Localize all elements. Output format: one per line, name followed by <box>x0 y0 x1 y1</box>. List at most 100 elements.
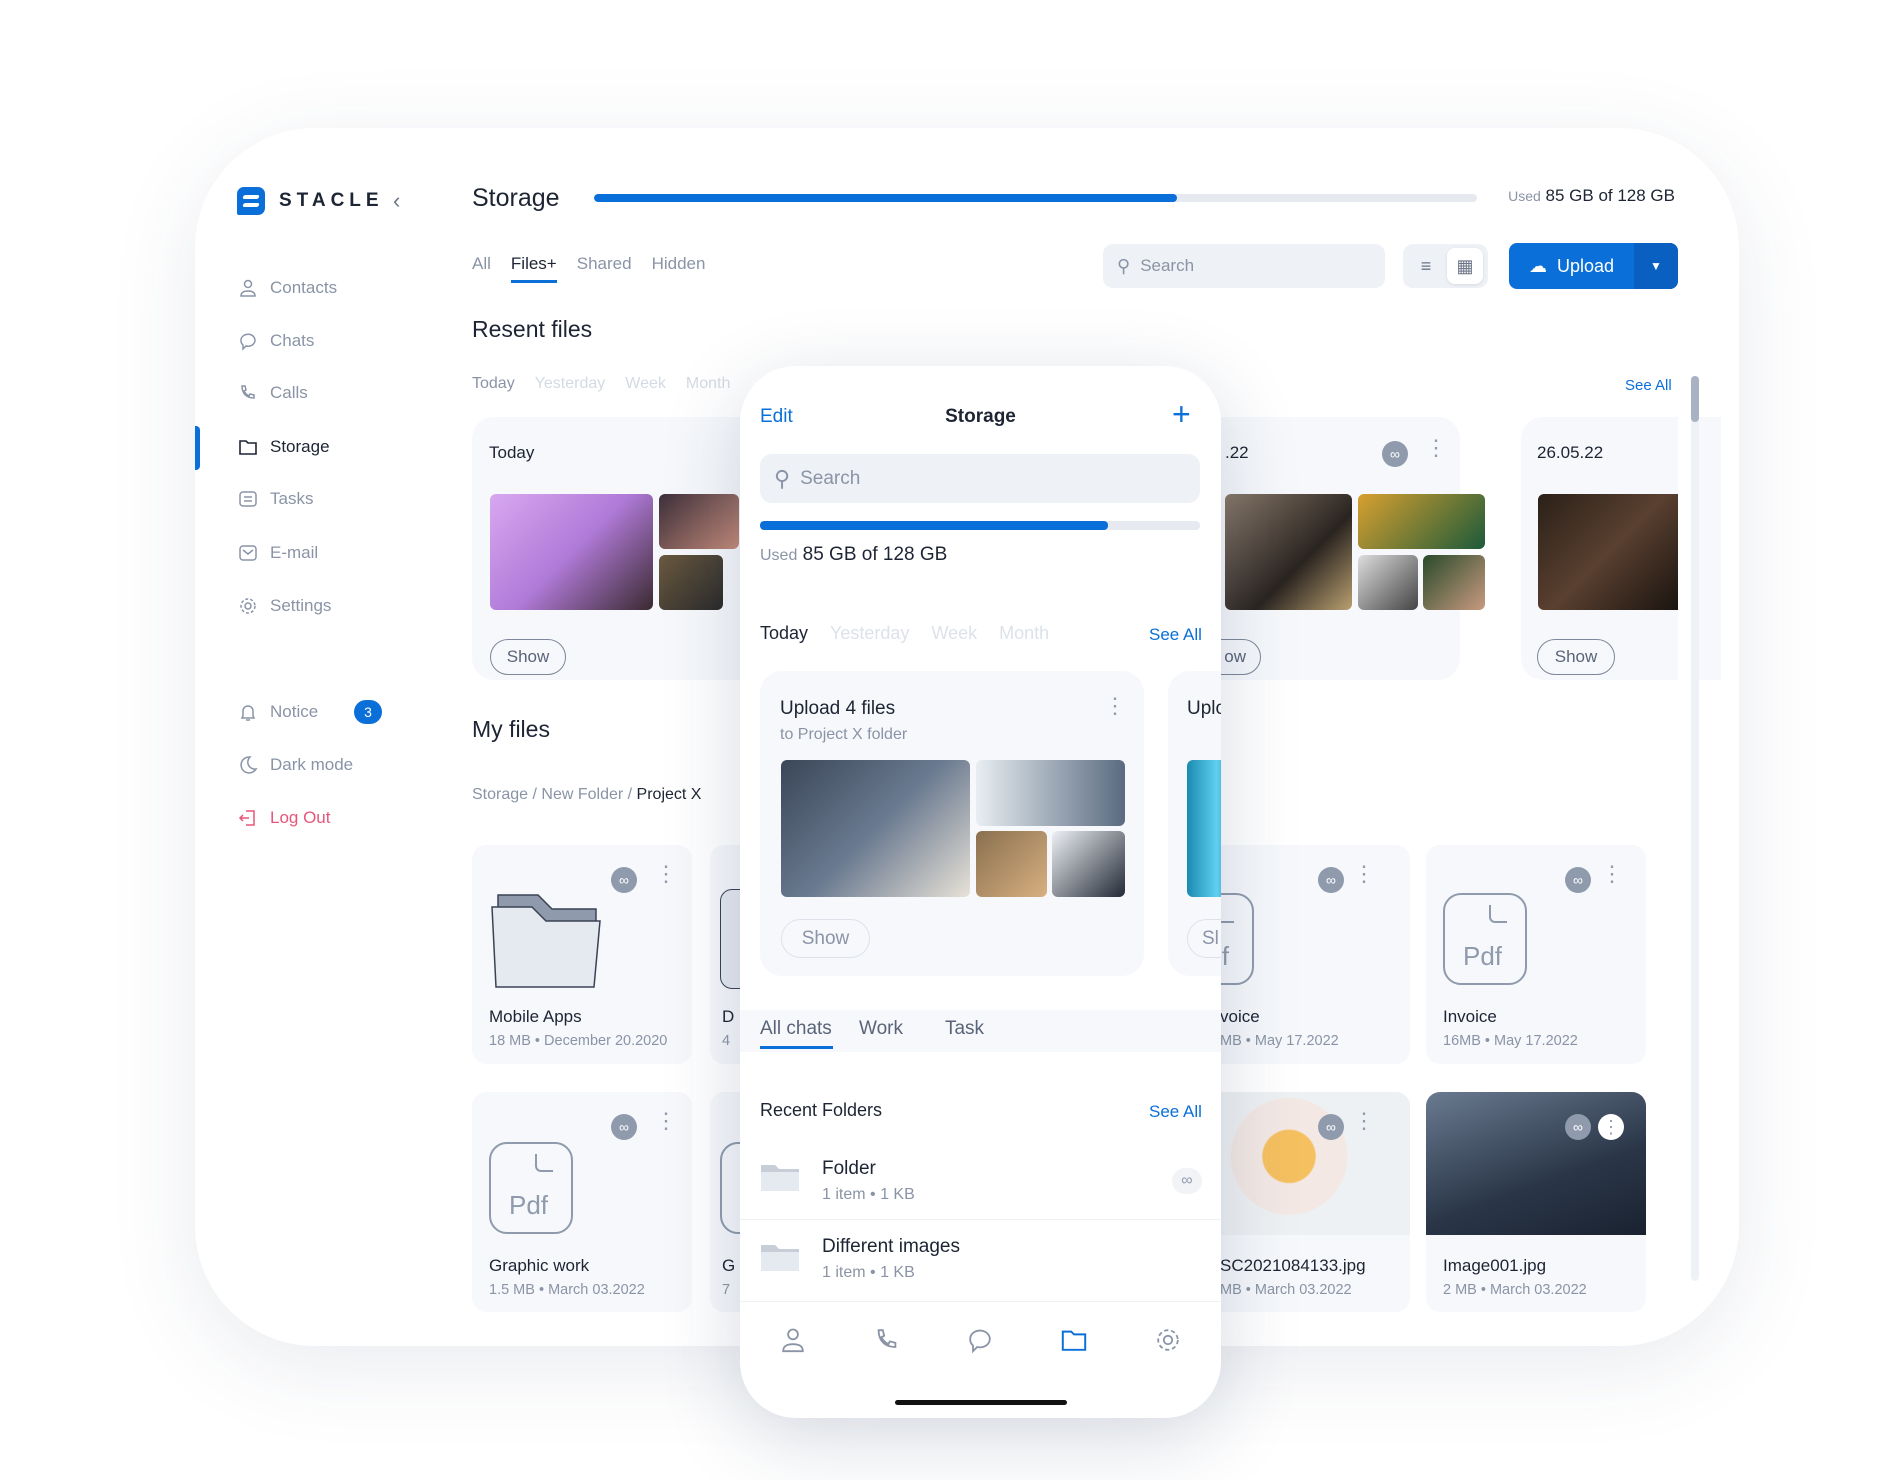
tab-files[interactable]: Files+ <box>510 254 557 283</box>
folder-list-item[interactable]: Different images 1 item • 1 KB <box>740 1222 1221 1302</box>
scrollbar-thumb[interactable] <box>1691 376 1699 422</box>
photo-thumbnail <box>1358 494 1485 549</box>
storage-progress-fill <box>594 194 1177 202</box>
search-icon: ⚲ <box>774 465 791 491</box>
period-week[interactable]: Week <box>931 623 977 644</box>
sidebar-item-storage[interactable]: Storage <box>238 437 330 457</box>
show-button[interactable]: Show <box>490 639 566 675</box>
breadcrumb-storage[interactable]: Storage <box>472 786 528 803</box>
user-icon[interactable] <box>779 1326 807 1354</box>
search-input[interactable]: ⚲ Search <box>1103 244 1385 288</box>
breadcrumb-project-x: Project X <box>636 786 702 803</box>
page-title: Storage <box>472 184 560 212</box>
period-today[interactable]: Today <box>760 623 808 644</box>
more-options-icon[interactable]: ⋮ <box>1601 863 1623 885</box>
photo-thumbnail <box>1358 555 1418 610</box>
folder-icon <box>761 1165 799 1191</box>
list-view-button[interactable]: ≡ <box>1409 250 1443 282</box>
sidebar-item-calls[interactable]: Calls <box>238 383 308 403</box>
period-month[interactable]: Month <box>686 375 730 393</box>
period-yesterday[interactable]: Yesterday <box>830 623 909 644</box>
phone-search-input[interactable]: ⚲ Search <box>760 454 1200 503</box>
recent-see-all-link[interactable]: See All <box>1625 377 1672 394</box>
logout-button[interactable]: Log Out <box>238 808 331 828</box>
sidebar-item-contacts[interactable]: Contacts <box>238 278 337 298</box>
chat-tabs: All chats Work Task <box>760 1018 984 1049</box>
more-options-icon[interactable]: ⋮ <box>1104 695 1126 717</box>
folder-icon <box>761 1245 799 1271</box>
mobile-app-window: Edit Storage + ⚲ Search Used 85 GB of 128… <box>740 366 1221 1418</box>
tab-all-chats[interactable]: All chats <box>760 1018 833 1049</box>
file-card[interactable]: ∞ ⋮ Image001.jpg 2 MB • March 03.2022 <box>1426 1092 1646 1312</box>
show-button[interactable]: Show <box>781 919 870 958</box>
share-link-icon[interactable]: ∞ <box>1382 441 1408 467</box>
photo-thumbnail <box>976 831 1047 897</box>
phone-storage-progress-fill <box>760 521 1108 530</box>
phone-see-all-link[interactable]: See All <box>1149 625 1202 645</box>
folder-list-item[interactable]: Folder 1 item • 1 KB ∞ <box>740 1146 1221 1220</box>
upload-dropdown-chevron-icon[interactable]: ▼ <box>1634 243 1678 289</box>
image-thumbnail <box>1190 1092 1410 1235</box>
sidebar-item-tasks[interactable]: Tasks <box>238 489 313 509</box>
period-week[interactable]: Week <box>625 375 666 393</box>
gear-icon[interactable] <box>1154 1326 1182 1354</box>
more-options-icon[interactable]: ⋮ <box>655 1110 677 1132</box>
share-link-icon[interactable]: ∞ <box>1318 867 1344 893</box>
tasks-icon <box>239 491 257 507</box>
more-options-icon[interactable]: ⋮ <box>1353 1110 1375 1132</box>
breadcrumb-new-folder[interactable]: New Folder <box>541 786 623 803</box>
search-icon: ⚲ <box>1117 255 1131 276</box>
period-today[interactable]: Today <box>472 375 515 393</box>
recent-folders-title: Recent Folders <box>760 1100 883 1120</box>
more-options-icon[interactable]: ⋮ <box>1425 437 1447 459</box>
period-yesterday[interactable]: Yesterday <box>535 375 606 393</box>
chat-icon[interactable] <box>966 1326 994 1354</box>
share-link-icon[interactable]: ∞ <box>1172 1168 1202 1194</box>
folder-icon <box>491 894 601 988</box>
share-link-icon[interactable]: ∞ <box>1318 1114 1344 1140</box>
period-month[interactable]: Month <box>999 623 1049 644</box>
tab-shared[interactable]: Shared <box>577 254 632 283</box>
folder-cloud-icon[interactable] <box>1060 1326 1088 1354</box>
sidebar-item-chats[interactable]: Chats <box>238 331 314 351</box>
file-card[interactable]: ∞⋮ SC2021084133.jpg MB • March 03.2022 <box>1190 1092 1410 1312</box>
file-card[interactable]: ∞ ⋮ Pdf Graphic work 1.5 MB • March 03.20… <box>472 1092 692 1312</box>
phone-icon[interactable] <box>873 1326 901 1354</box>
active-indicator <box>195 426 200 470</box>
sidebar-item-notice[interactable]: Notice <box>238 702 318 722</box>
share-link-icon[interactable]: ∞ <box>1565 1114 1591 1140</box>
bell-icon <box>240 705 256 721</box>
phone-icon <box>241 385 255 399</box>
gear-icon <box>240 598 256 614</box>
more-options-icon[interactable]: ⋮ <box>1598 1114 1624 1140</box>
more-options-icon[interactable]: ⋮ <box>1353 863 1375 885</box>
file-card[interactable]: ∞ ⋮ Mobile Apps 18 MB • December 20.2020 <box>472 845 692 1064</box>
tab-task[interactable]: Task <box>945 1018 984 1049</box>
collapse-sidebar-button[interactable]: ‹ <box>393 188 400 214</box>
dark-mode-toggle[interactable]: Dark mode <box>238 755 353 775</box>
photo-thumbnail <box>1538 494 1678 610</box>
tab-hidden[interactable]: Hidden <box>652 254 706 283</box>
more-options-icon[interactable]: ⋮ <box>655 863 677 885</box>
tab-all[interactable]: All <box>472 254 491 283</box>
recent-card: Today Show <box>472 417 772 680</box>
edit-button[interactable]: Edit <box>760 406 793 428</box>
user-icon <box>240 279 256 297</box>
show-button[interactable]: Show <box>1537 639 1615 675</box>
recent-period-tabs: Today Yesterday Week Month <box>472 375 730 393</box>
sidebar-item-settings[interactable]: Settings <box>238 596 331 616</box>
file-card[interactable]: ∞ ⋮ Pdf Invoice 16MB • May 17.2022 <box>1426 845 1646 1064</box>
share-link-icon[interactable]: ∞ <box>1565 867 1591 893</box>
tab-work[interactable]: Work <box>859 1018 903 1049</box>
scrollbar[interactable] <box>1691 376 1699 1281</box>
file-card[interactable]: ∞⋮ Pdf voice MB • May 17.2022 <box>1170 845 1410 1064</box>
sidebar-item-email[interactable]: E-mail <box>238 543 318 563</box>
share-link-icon[interactable]: ∞ <box>611 867 637 893</box>
recent-folders-see-all[interactable]: See All <box>1149 1102 1202 1122</box>
chat-icon <box>240 333 256 351</box>
grid-view-button[interactable]: ▦ <box>1447 248 1483 284</box>
upload-button[interactable]: ☁ Upload ▼ <box>1509 243 1678 289</box>
add-button[interactable]: + <box>1172 396 1191 433</box>
share-link-icon[interactable]: ∞ <box>611 1114 637 1140</box>
show-button[interactable]: Sl <box>1187 919 1221 958</box>
